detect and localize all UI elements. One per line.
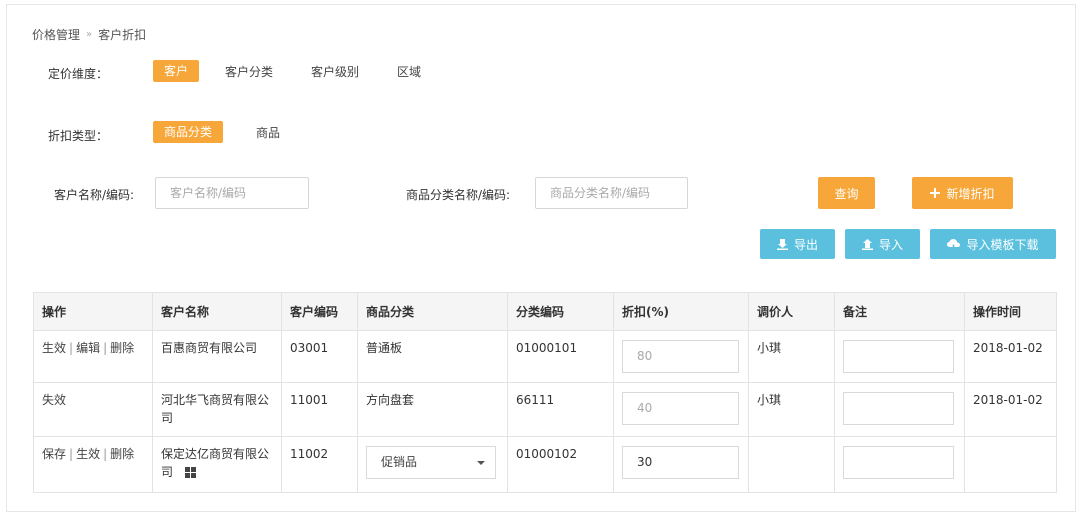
add-discount-button[interactable]: 新增折扣 xyxy=(912,177,1013,209)
cloud-download-icon xyxy=(947,238,961,250)
remark-cell xyxy=(834,436,965,493)
remark-input[interactable] xyxy=(843,340,954,373)
import-template-label: 导入模板下载 xyxy=(966,237,1039,252)
table-row: 失效 河北华飞商贸有限公司 11001 方向盘套 66111 40 小琪 201… xyxy=(33,382,1057,437)
category-cell: 促销品 xyxy=(357,436,508,493)
header-operation-time[interactable]: 操作时间 xyxy=(964,292,1057,331)
header-remark: 备注 xyxy=(834,292,965,331)
customer-name-cell: 河北华飞商贸有限公司 xyxy=(152,382,282,437)
customer-code-cell: 11001 xyxy=(281,382,358,437)
deactivate-link[interactable]: 失效 xyxy=(42,393,66,407)
remark-cell xyxy=(834,330,965,383)
ops-cell: 保存 | 生效 | 删除 xyxy=(33,436,153,493)
import-label: 导入 xyxy=(878,237,903,252)
remark-input[interactable] xyxy=(843,446,954,479)
discount-input[interactable]: 30 xyxy=(622,446,739,479)
breadcrumb-parent[interactable]: 价格管理 xyxy=(32,26,80,43)
header-operation: 操作 xyxy=(33,292,153,331)
time-cell: 2018-01-02 xyxy=(964,330,1057,383)
table-row: 保存 | 生效 | 删除 保定达亿商贸有限公司 11002 促销品 01000102 3… xyxy=(33,436,1057,493)
category-select-value: 促销品 xyxy=(381,455,418,469)
time-cell xyxy=(964,436,1057,493)
export-button[interactable]: 导出 xyxy=(760,229,835,259)
edit-link[interactable]: 编辑 xyxy=(76,341,100,355)
caret-down-icon xyxy=(477,461,485,465)
plus-icon xyxy=(930,188,941,198)
adjuster-cell: 小琪 xyxy=(748,330,835,383)
category-code-cell: 01000102 xyxy=(507,436,614,493)
import-button[interactable]: 导入 xyxy=(845,229,920,259)
customer-code-cell: 03001 xyxy=(281,330,358,383)
query-button[interactable]: 查询 xyxy=(818,177,875,209)
dimension-option-customer-category[interactable]: 客户分类 xyxy=(225,63,273,80)
adjuster-cell xyxy=(748,436,835,493)
category-search-label: 商品分类名称/编码: xyxy=(406,188,511,202)
customer-search-label: 客户名称/编码: xyxy=(54,188,135,202)
adjuster-cell: 小琪 xyxy=(748,382,835,437)
table-row: 生效 | 编辑 | 删除 百惠商贸有限公司 03001 普通板 01000101 80 … xyxy=(33,330,1057,383)
query-button-label: 查询 xyxy=(834,186,859,201)
category-select[interactable]: 促销品 xyxy=(366,446,496,479)
header-product-category[interactable]: 商品分类 xyxy=(357,292,508,331)
customer-search-input[interactable]: 客户名称/编码 xyxy=(155,177,309,209)
import-icon xyxy=(861,238,873,250)
breadcrumb-current: 客户折扣 xyxy=(98,28,147,42)
dimension-option-region[interactable]: 区域 xyxy=(397,63,421,80)
category-cell: 普通板 xyxy=(357,330,508,383)
export-icon xyxy=(776,238,788,250)
discount-type-option-category[interactable]: 商品分类 xyxy=(153,121,224,143)
header-customer-code[interactable]: 客户编码 xyxy=(281,292,358,331)
pricing-dimension-label: 定价维度： xyxy=(48,67,109,81)
delete-link[interactable]: 删除 xyxy=(110,341,134,355)
time-cell: 2018-01-02 xyxy=(964,382,1057,437)
discount-input[interactable]: 40 xyxy=(622,392,739,425)
discount-cell: 30 xyxy=(613,436,749,493)
discount-input[interactable]: 80 xyxy=(622,340,739,373)
customer-name-cell: 保定达亿商贸有限公司 xyxy=(152,436,282,493)
category-search-input[interactable]: 商品分类名称/编码 xyxy=(535,177,688,209)
discount-type-label: 折扣类型： xyxy=(48,129,109,143)
discount-cell: 80 xyxy=(613,330,749,383)
table-header-row: 操作 客户名称 客户编码 商品分类 分类编码 折扣(%) 调价人 备注 操作时间 xyxy=(33,292,1057,331)
add-discount-label: 新增折扣 xyxy=(946,186,995,201)
customer-name-cell: 百惠商贸有限公司 xyxy=(152,330,282,383)
activate-link[interactable]: 生效 xyxy=(42,341,66,355)
breadcrumb-separator: » xyxy=(86,29,93,40)
discount-cell: 40 xyxy=(613,382,749,437)
grid-icon[interactable] xyxy=(184,467,196,478)
header-discount[interactable]: 折扣(%) xyxy=(613,292,749,331)
discount-type-option-product[interactable]: 商品 xyxy=(256,124,280,141)
category-cell: 方向盘套 xyxy=(357,382,508,437)
remark-input[interactable] xyxy=(843,392,954,425)
breadcrumb: 价格管理 » 客户折扣 xyxy=(32,26,146,43)
customer-code-cell: 11002 xyxy=(281,436,358,493)
delete-link[interactable]: 删除 xyxy=(110,447,134,461)
remark-cell xyxy=(834,382,965,437)
category-code-cell: 66111 xyxy=(507,382,614,437)
discount-table: 操作 客户名称 客户编码 商品分类 分类编码 折扣(%) 调价人 备注 操作时间… xyxy=(33,292,1057,493)
dimension-option-customer-level[interactable]: 客户级别 xyxy=(311,63,359,80)
category-code-cell: 01000101 xyxy=(507,330,614,383)
ops-cell: 失效 xyxy=(33,382,153,437)
import-template-download-button[interactable]: 导入模板下载 xyxy=(930,229,1056,259)
customer-name-text: 保定达亿商贸有限公司 xyxy=(161,447,270,479)
export-label: 导出 xyxy=(793,237,818,252)
header-adjuster[interactable]: 调价人 xyxy=(748,292,835,331)
header-customer-name[interactable]: 客户名称 xyxy=(152,292,282,331)
activate-link[interactable]: 生效 xyxy=(76,447,100,461)
dimension-option-customer[interactable]: 客户 xyxy=(153,60,200,82)
header-category-code[interactable]: 分类编码 xyxy=(507,292,614,331)
save-link[interactable]: 保存 xyxy=(42,447,66,461)
ops-cell: 生效 | 编辑 | 删除 xyxy=(33,330,153,383)
